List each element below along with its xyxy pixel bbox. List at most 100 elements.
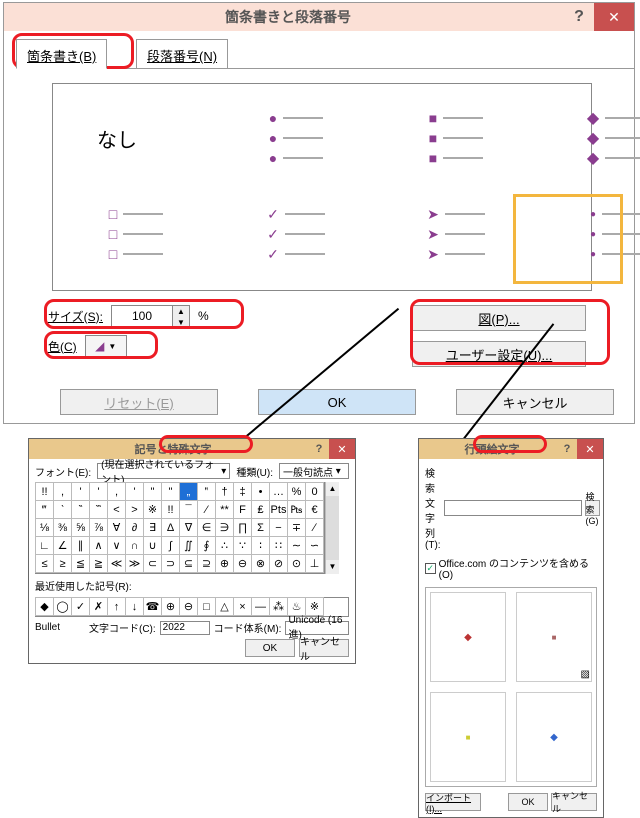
char-cell[interactable]: ≪	[107, 554, 126, 573]
titlebar[interactable]: 記号と特殊文字 ? ✕	[29, 439, 355, 459]
bullet-arrow[interactable]: ➤ ➤ ➤	[411, 204, 501, 264]
char-cell[interactable]: ∟	[35, 536, 54, 555]
char-cell[interactable]: ,	[107, 482, 126, 501]
char-cell[interactable]: ∃	[143, 518, 162, 537]
char-cell[interactable]: ∈	[197, 518, 216, 537]
char-cell[interactable]: ※	[143, 500, 162, 519]
char-cell[interactable]: ⊂	[143, 554, 162, 573]
char-cell[interactable]: €	[305, 500, 324, 519]
char-cell[interactable]: ¯	[179, 500, 198, 519]
char-cell[interactable]: "	[143, 482, 162, 501]
close-button[interactable]: ✕	[594, 3, 634, 31]
char-cell[interactable]: ∕	[305, 518, 324, 537]
titlebar[interactable]: 行頭絵文字 ? ✕	[419, 439, 603, 459]
char-cell[interactable]: ∏	[233, 518, 252, 537]
recent-char[interactable]: ×	[233, 597, 252, 616]
spin-up-icon[interactable]: ▲	[173, 306, 189, 317]
char-cell[interactable]: ‟	[197, 482, 216, 501]
char-cell[interactable]: Pts	[269, 500, 288, 519]
char-cell[interactable]: ∓	[287, 518, 306, 537]
recent-char[interactable]: ✓	[71, 597, 90, 616]
char-cell[interactable]: ∫	[161, 536, 180, 555]
char-cell[interactable]: %	[287, 482, 306, 501]
spin-down-icon[interactable]: ▼	[173, 317, 189, 328]
cancel-button[interactable]: キャンセル	[551, 793, 597, 811]
code-input[interactable]	[160, 621, 210, 635]
recent-char[interactable]: ↑	[107, 597, 126, 616]
bullet-check[interactable]: ✓ ✓ ✓	[251, 204, 341, 264]
char-cell[interactable]: −	[269, 518, 288, 537]
char-cell[interactable]: ⊘	[269, 554, 288, 573]
char-cell[interactable]: ‷	[89, 500, 108, 519]
char-cell[interactable]: ⊇	[197, 554, 216, 573]
help-button[interactable]: ?	[557, 443, 577, 455]
type-select[interactable]: 一般句読点 ▾	[279, 463, 349, 479]
char-cell[interactable]: ∽	[305, 536, 324, 555]
char-cell[interactable]: ⊕	[215, 554, 234, 573]
bullet-disc[interactable]: ● ● ●	[251, 108, 341, 168]
char-cell[interactable]: ₧	[287, 500, 306, 519]
char-cell[interactable]: >	[125, 500, 144, 519]
picture-item[interactable]: ■▧	[516, 592, 592, 682]
char-cell[interactable]: •	[251, 482, 270, 501]
recent-char[interactable]: ⊕	[161, 597, 180, 616]
char-cell[interactable]: ⅝	[71, 518, 90, 537]
include-online-checkbox[interactable]: ✓ Office.com のコンテンツを含める(O)	[425, 555, 597, 581]
char-cell[interactable]: ∩	[125, 536, 144, 555]
recent-char[interactable]: ※	[305, 597, 324, 616]
char-cell[interactable]: ₤	[251, 500, 270, 519]
char-cell[interactable]: ⅞	[89, 518, 108, 537]
recent-char[interactable]: ☎	[143, 597, 162, 616]
char-cell[interactable]: ∀	[107, 518, 126, 537]
search-input[interactable]	[444, 500, 582, 516]
char-cell[interactable]: ∠	[53, 536, 72, 555]
picture-button[interactable]: 図(P)...	[412, 305, 586, 331]
recent-char[interactable]: ♨	[287, 597, 306, 616]
char-cell[interactable]: ‵	[53, 500, 72, 519]
titlebar[interactable]: 箇条書きと段落番号 ? ✕	[4, 3, 634, 31]
char-cell[interactable]: ∇	[179, 518, 198, 537]
size-input[interactable]	[112, 306, 172, 326]
bullet-open-square[interactable]: □ □ □	[91, 204, 181, 264]
char-cell[interactable]: ≫	[125, 554, 144, 573]
char-cell[interactable]: !!	[35, 482, 54, 501]
char-cell[interactable]: ∥	[71, 536, 90, 555]
char-cell[interactable]: ⊗	[251, 554, 270, 573]
char-cell[interactable]: <	[107, 500, 126, 519]
char-cell[interactable]: ∪	[143, 536, 162, 555]
recent-char[interactable]: ↓	[125, 597, 144, 616]
char-cell[interactable]: ⊖	[233, 554, 252, 573]
char-cell[interactable]: ∼	[287, 536, 306, 555]
char-cell[interactable]: ∂	[125, 518, 144, 537]
char-cell[interactable]: ∮	[197, 536, 216, 555]
char-cell[interactable]: ⊃	[161, 554, 180, 573]
char-cell[interactable]: ∬	[179, 536, 198, 555]
char-cell[interactable]: ∷	[269, 536, 288, 555]
char-cell[interactable]: ⊙	[287, 554, 306, 573]
close-button[interactable]: ✕	[577, 439, 603, 459]
char-cell[interactable]: ≤	[35, 554, 54, 573]
ok-button[interactable]: OK	[258, 389, 416, 415]
char-cell[interactable]: ∶	[251, 536, 270, 555]
char-cell[interactable]: ‴	[35, 500, 54, 519]
char-cell[interactable]: ∴	[215, 536, 234, 555]
recent-char[interactable]: ⊖	[179, 597, 198, 616]
tab-numbers[interactable]: 段落番号(N)	[136, 39, 228, 69]
help-button[interactable]: ?	[309, 443, 329, 455]
char-cell[interactable]: ≥	[53, 554, 72, 573]
cancel-button[interactable]: キャンセル	[299, 639, 349, 657]
customize-button[interactable]: ユーザー設定(U)...	[412, 341, 586, 367]
tab-bullets[interactable]: 箇条書き(B)	[16, 39, 107, 69]
search-button[interactable]: 検索(G)	[585, 500, 600, 516]
close-button[interactable]: ✕	[329, 439, 355, 459]
char-cell[interactable]: ‶	[71, 500, 90, 519]
picture-item[interactable]: ■	[430, 692, 506, 782]
char-cell[interactable]: '	[71, 482, 90, 501]
ok-button[interactable]: OK	[245, 639, 295, 657]
recent-char[interactable]: △	[215, 597, 234, 616]
char-cell[interactable]: "	[161, 482, 180, 501]
reset-button[interactable]: リセット(E)	[60, 389, 218, 415]
char-cell[interactable]: ≦	[71, 554, 90, 573]
bullet-diamond[interactable]: ◆ ◆ ◆	[571, 108, 640, 168]
char-cell[interactable]: ‡	[233, 482, 252, 501]
